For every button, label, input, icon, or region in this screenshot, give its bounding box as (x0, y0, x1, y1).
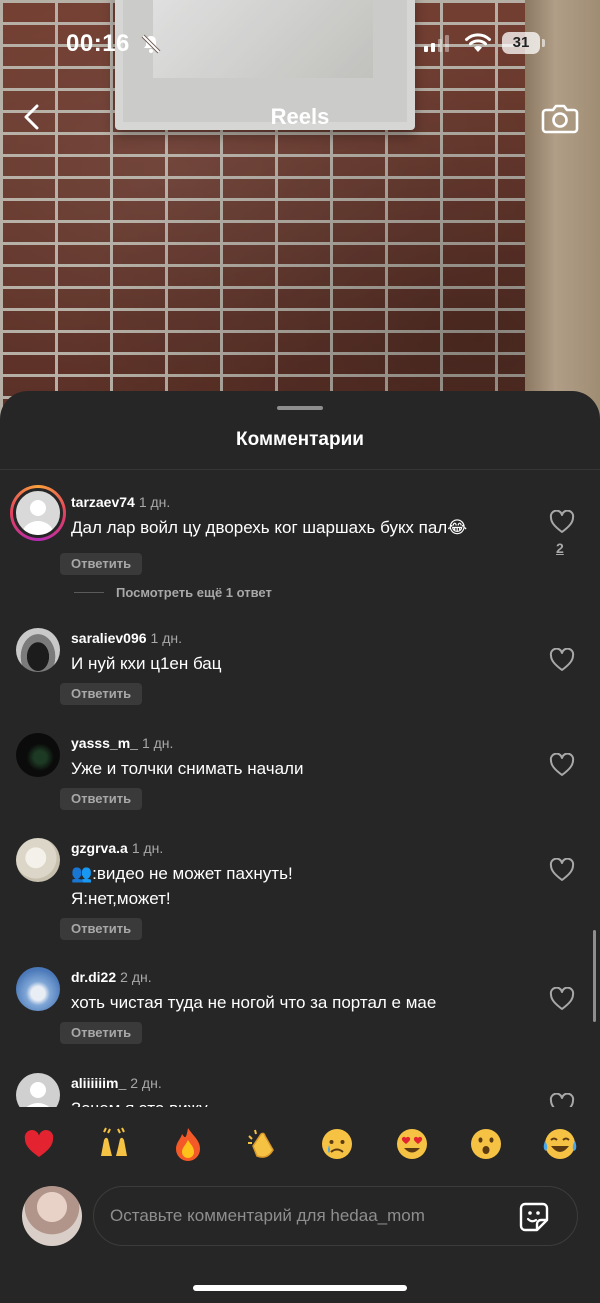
reply-button[interactable]: Ответить (60, 788, 143, 810)
emoji-crying-face[interactable] (317, 1124, 357, 1164)
comment-time: 2 дн. (120, 969, 152, 985)
comment-username[interactable]: aliiiiiim_ 2 дн. (71, 1075, 162, 1091)
emoji-tears-of-joy[interactable] (540, 1124, 580, 1164)
comment-time: 1 дн. (141, 735, 174, 751)
camera-button[interactable] (540, 100, 580, 136)
reply-button[interactable]: Ответить (60, 1022, 143, 1044)
comment-text: Уже и толчки снимать начали (71, 759, 304, 778)
scrollbar[interactable] (593, 930, 596, 1022)
reply-button[interactable]: Ответить (60, 918, 143, 940)
status-bar: 00:16 31 (0, 24, 600, 64)
heart-icon (549, 986, 575, 1010)
emoji-heart[interactable] (19, 1124, 59, 1164)
divider (0, 469, 600, 470)
heart-icon (549, 857, 575, 881)
default-avatar-icon (26, 1082, 50, 1107)
comment-time: 1 дн. (131, 840, 164, 856)
avatar[interactable] (16, 628, 60, 672)
comment-time: 1 дн. (150, 630, 182, 646)
bell-off-icon (140, 33, 162, 60)
sticker-button[interactable] (517, 1200, 551, 1234)
camera-icon (541, 104, 579, 134)
avatar[interactable] (10, 485, 66, 541)
page-title: Reels (270, 104, 330, 129)
comment-username[interactable]: gzgrva.a 1 дн. (71, 840, 163, 856)
heart-icon (549, 647, 575, 671)
comment-item: aliiiiiim_2 дн. Зачем я это вижу (0, 1071, 600, 1107)
comment-item: dr.di22 2 дн. хоть чистая туда не ногой ч… (0, 965, 600, 1044)
comment-item: gzgrva.a 1 дн. 👥:видео не может пахнуть! … (0, 836, 600, 940)
heart-icon (549, 752, 575, 776)
emoji-clapping-hands[interactable] (243, 1124, 283, 1164)
comments-list[interactable]: tarzaev74 1 дн. Дал лар войл цу дворехь к… (0, 471, 600, 1107)
like-button[interactable] (549, 857, 575, 882)
like-button[interactable] (549, 1092, 575, 1107)
comment-username[interactable]: yasss_m_ 1 дн. (71, 735, 173, 751)
sheet-grabber[interactable] (277, 406, 323, 410)
emoji-heart-eyes[interactable] (392, 1124, 432, 1164)
like-button[interactable] (549, 509, 575, 534)
comment-username[interactable]: saraliev096 1 дн. (71, 630, 182, 646)
comment-text: И нуй кхи ц1ен бац (71, 654, 222, 673)
avatar[interactable] (16, 733, 60, 777)
status-time: 00:16 (66, 30, 130, 57)
view-more-replies[interactable]: Посмотреть ещё 1 ответ (74, 585, 272, 600)
emoji-surprised-face[interactable] (466, 1124, 506, 1164)
comment-input[interactable] (110, 1187, 510, 1245)
battery-icon: 31 (502, 32, 545, 54)
avatar[interactable] (16, 838, 60, 882)
like-count[interactable]: 2 (556, 540, 564, 556)
heart-icon (549, 1092, 575, 1107)
avatar[interactable] (16, 1073, 60, 1107)
like-button[interactable] (549, 752, 575, 777)
comment-text: Зачем я это вижу (71, 1096, 531, 1107)
comment-item: yasss_m_ 1 дн. Уже и толчки снимать начал… (0, 731, 600, 810)
my-avatar (22, 1186, 82, 1246)
like-button[interactable] (549, 986, 575, 1011)
reply-button[interactable]: Ответить (60, 683, 143, 705)
reply-button[interactable]: Ответить (60, 553, 143, 575)
comment-username[interactable]: dr.di22 2 дн. (71, 969, 152, 985)
comment-text: 👥:видео не может пахнуть! (71, 864, 293, 883)
sheet-title: Комментарии (236, 429, 364, 450)
comment-time: 2 дн. (130, 1075, 162, 1091)
emoji-fire[interactable] (168, 1124, 208, 1164)
comment-input-box[interactable] (93, 1186, 578, 1246)
comment-item: tarzaev74 1 дн. Дал лар войл цу дворехь к… (0, 483, 600, 613)
comment-text: хоть чистая туда не ногой что за портал … (71, 993, 437, 1012)
comment-time: 1 дн. (138, 494, 171, 510)
wifi-icon (464, 32, 492, 59)
comment-item: saraliev096 1 дн. И нуй кхи ц1ен бац Отве… (0, 626, 600, 705)
home-indicator[interactable] (193, 1285, 407, 1291)
sticker-icon (519, 1202, 549, 1232)
emoji-reaction-bar (0, 1118, 600, 1170)
heart-icon (549, 509, 575, 533)
avatar[interactable] (16, 967, 60, 1011)
default-avatar-icon (22, 500, 54, 535)
emoji-raising-hands[interactable] (94, 1124, 134, 1164)
like-button[interactable] (549, 647, 575, 672)
comment-username[interactable]: tarzaev74 1 дн. (71, 494, 170, 510)
signal-icon (424, 34, 449, 52)
comment-text: Я:нет,может! (71, 889, 171, 908)
comment-text: Дал лар войл цу дворехь ког шаршахь букх… (71, 518, 468, 537)
